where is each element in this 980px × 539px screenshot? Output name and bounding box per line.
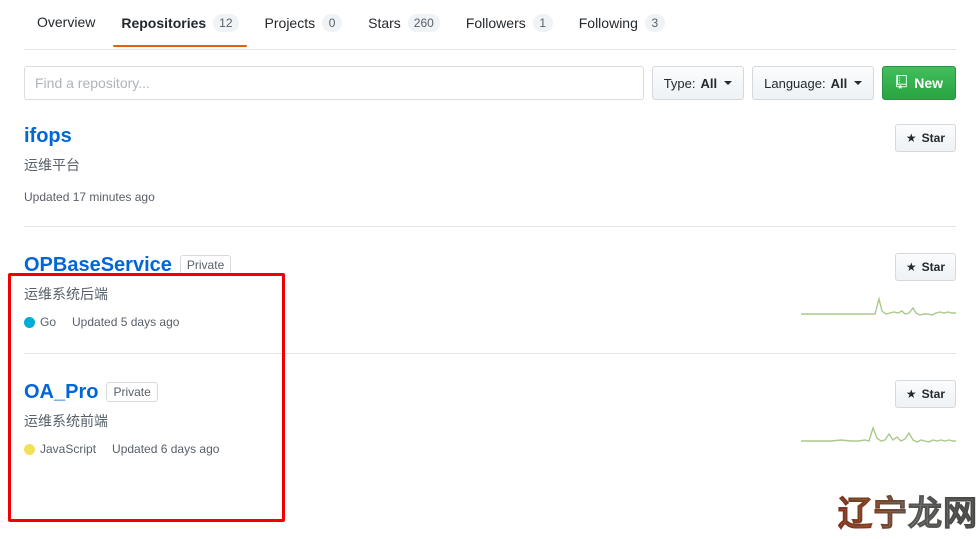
repository-item: OA_Pro Private 运维系统前端 JavaScript Updated… bbox=[24, 354, 956, 476]
tab-projects[interactable]: Projects 0 bbox=[252, 0, 356, 46]
tab-following-label: Following bbox=[578, 15, 638, 31]
repository-title-line: ifops bbox=[24, 124, 895, 148]
tab-stars-count: 260 bbox=[407, 14, 440, 32]
star-button[interactable]: ★ Star bbox=[894, 380, 956, 408]
repository-title-line: OA_Pro Private bbox=[24, 380, 801, 404]
star-icon: ★ bbox=[905, 387, 917, 401]
type-filter-button[interactable]: Type: All bbox=[651, 66, 745, 100]
repository-description: 运维系统前端 bbox=[24, 413, 108, 429]
repository-language: JavaScript bbox=[24, 442, 96, 456]
language-color-dot bbox=[24, 443, 35, 455]
star-button[interactable]: ★ Star bbox=[894, 124, 956, 152]
language-label: Go bbox=[40, 315, 57, 329]
tab-repositories-count: 12 bbox=[213, 14, 239, 32]
tab-followers-label: Followers bbox=[465, 15, 526, 31]
site-watermark: 辽宁龙网 bbox=[838, 486, 978, 535]
tab-repositories[interactable]: Repositories 12 bbox=[108, 0, 251, 47]
repository-description: 运维系统后端 bbox=[24, 286, 108, 302]
repository-name-link[interactable]: ifops bbox=[24, 124, 72, 148]
tab-stars[interactable]: Stars 260 bbox=[355, 0, 453, 46]
repository-meta: Updated 17 minutes ago bbox=[24, 190, 895, 204]
star-icon: ★ bbox=[905, 260, 917, 274]
private-badge: Private bbox=[179, 255, 232, 275]
new-repository-label: New bbox=[914, 75, 943, 91]
repository-details: ifops 运维平台 Updated 17 minutes ago bbox=[24, 124, 895, 204]
private-badge: Private bbox=[106, 382, 158, 402]
repository-actions: ★ Star bbox=[894, 124, 956, 152]
repository-actions: ★ Star bbox=[801, 380, 956, 451]
tab-followers-count: 1 bbox=[532, 14, 553, 32]
type-filter-value: All bbox=[700, 75, 718, 91]
repository-meta: Go Updated 5 days ago bbox=[24, 315, 801, 329]
tab-following-count: 3 bbox=[644, 14, 665, 32]
repository-title-line: OPBaseService Private bbox=[24, 253, 801, 277]
language-filter-button[interactable]: Language: All bbox=[752, 66, 875, 100]
activity-sparkline bbox=[801, 295, 956, 324]
repository-details: OA_Pro Private 运维系统前端 JavaScript Updated… bbox=[24, 380, 801, 456]
repository-language: Go bbox=[24, 315, 56, 329]
tab-projects-label: Projects bbox=[264, 15, 316, 31]
type-filter-prefix: Type: bbox=[663, 75, 696, 91]
tab-projects-count: 0 bbox=[322, 14, 343, 32]
language-filter-value: All bbox=[830, 75, 848, 91]
new-repository-button[interactable]: New bbox=[882, 66, 956, 100]
tab-following[interactable]: Following 3 bbox=[566, 0, 678, 46]
repo-filter-bar: Type: All Language: All New bbox=[0, 50, 980, 100]
repository-meta: JavaScript Updated 6 days ago bbox=[24, 442, 801, 456]
search-input[interactable] bbox=[24, 66, 644, 100]
repository-description: 运维平台 bbox=[24, 157, 80, 173]
language-color-dot bbox=[24, 316, 35, 328]
repository-item: ifops 运维平台 Updated 17 minutes ago ★ Star bbox=[24, 100, 956, 227]
tab-stars-label: Stars bbox=[368, 15, 401, 31]
repository-updated: Updated 5 days ago bbox=[72, 315, 180, 329]
profile-tabnav: Overview Repositories 12 Projects 0 Star… bbox=[0, 0, 980, 50]
tabnav-divider bbox=[24, 49, 956, 50]
repository-details: OPBaseService Private 运维系统后端 Go Updated … bbox=[24, 253, 801, 329]
star-icon: ★ bbox=[905, 131, 917, 145]
tab-overview-label: Overview bbox=[37, 14, 96, 30]
tab-repositories-label: Repositories bbox=[121, 15, 207, 31]
star-button-label: Star bbox=[921, 387, 945, 401]
language-label: JavaScript bbox=[40, 442, 97, 456]
star-button-label: Star bbox=[921, 131, 945, 145]
repository-name-link[interactable]: OA_Pro bbox=[24, 380, 98, 404]
star-button-label: Star bbox=[921, 260, 945, 274]
chevron-down-icon bbox=[854, 81, 863, 85]
repository-updated: Updated 6 days ago bbox=[112, 442, 220, 456]
language-filter-prefix: Language: bbox=[764, 75, 826, 91]
repository-name-link[interactable]: OPBaseService bbox=[24, 253, 172, 277]
tab-followers[interactable]: Followers 1 bbox=[453, 0, 566, 46]
repository-actions: ★ Star bbox=[801, 253, 956, 324]
repository-item: OPBaseService Private 运维系统后端 Go Updated … bbox=[24, 227, 956, 354]
repository-list: ifops 运维平台 Updated 17 minutes ago ★ Star… bbox=[0, 100, 980, 476]
repository-updated: Updated 17 minutes ago bbox=[24, 190, 155, 204]
repo-icon bbox=[895, 74, 908, 92]
activity-sparkline bbox=[801, 422, 956, 451]
chevron-down-icon bbox=[724, 81, 733, 85]
tab-overview[interactable]: Overview bbox=[24, 0, 108, 44]
star-button[interactable]: ★ Star bbox=[894, 253, 956, 281]
